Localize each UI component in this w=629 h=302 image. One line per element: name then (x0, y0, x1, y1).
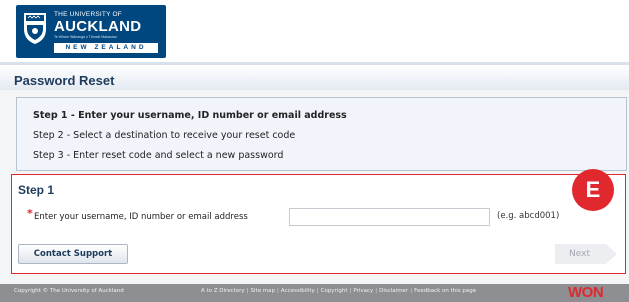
footer-link-accessibility[interactable]: Accessibility (281, 288, 315, 294)
footer-separator: | (246, 288, 249, 294)
step-1-form: Step 1 * Enter your username, ID number … (11, 174, 626, 274)
footer-separator: | (316, 288, 319, 294)
header: THE UNIVERSITY OF AUCKLAND Te Whare Wāna… (0, 0, 629, 62)
footer-link-disclaimer[interactable]: Disclaimer (379, 288, 408, 294)
contact-support-button[interactable]: Contact Support (18, 244, 128, 264)
footer-separator: | (410, 288, 413, 294)
username-input[interactable] (289, 208, 490, 226)
required-marker: * (27, 207, 33, 220)
annotation-badge: E (572, 169, 614, 211)
form-heading: Step 1 (18, 183, 55, 197)
footer-separator: | (349, 288, 352, 294)
footer-link-site-map[interactable]: Site map (251, 288, 276, 294)
logo-line-2: AUCKLAND (54, 18, 142, 35)
step-1-label: Step 1 - Enter your username, ID number … (33, 110, 347, 121)
footer-link-a-to-z[interactable]: A to Z Directory (201, 288, 245, 294)
page-title: Password Reset (14, 73, 115, 88)
logo-motto: Te Whare Wānanga o Tāmaki Makaurau (54, 35, 117, 39)
footer-link-feedback[interactable]: Feedback on this page (414, 288, 476, 294)
university-logo[interactable]: THE UNIVERSITY OF AUCKLAND Te Whare Wāna… (16, 5, 166, 58)
won-brand-logo[interactable]: WON (568, 284, 604, 302)
footer: Copyright © The University of Auckland A… (0, 284, 629, 302)
footer-links: A to Z Directory | Site map | Accessibility |… (201, 288, 476, 294)
copyright-text: Copyright © The University of Auckland (14, 288, 124, 294)
footer-separator: | (375, 288, 378, 294)
footer-separator: | (277, 288, 279, 294)
footer-link-privacy[interactable]: Privacy (353, 288, 373, 294)
logo-line-3: NEW ZEALAND (54, 43, 158, 53)
step-3-label: Step 3 - Enter reset code and select a n… (33, 150, 284, 161)
username-hint: (e.g. abcd001) (497, 211, 560, 221)
crest-icon (24, 13, 46, 44)
step-2-label: Step 2 - Select a destination to receive… (33, 130, 296, 141)
title-bar: Password Reset (0, 62, 629, 90)
username-field-label: Enter your username, ID number or email … (34, 212, 248, 222)
next-button[interactable]: Next (555, 244, 617, 264)
steps-panel: Step 1 - Enter your username, ID number … (16, 97, 627, 171)
logo-line-1: THE UNIVERSITY OF (54, 11, 122, 18)
footer-link-copyright[interactable]: Copyright (321, 288, 348, 294)
